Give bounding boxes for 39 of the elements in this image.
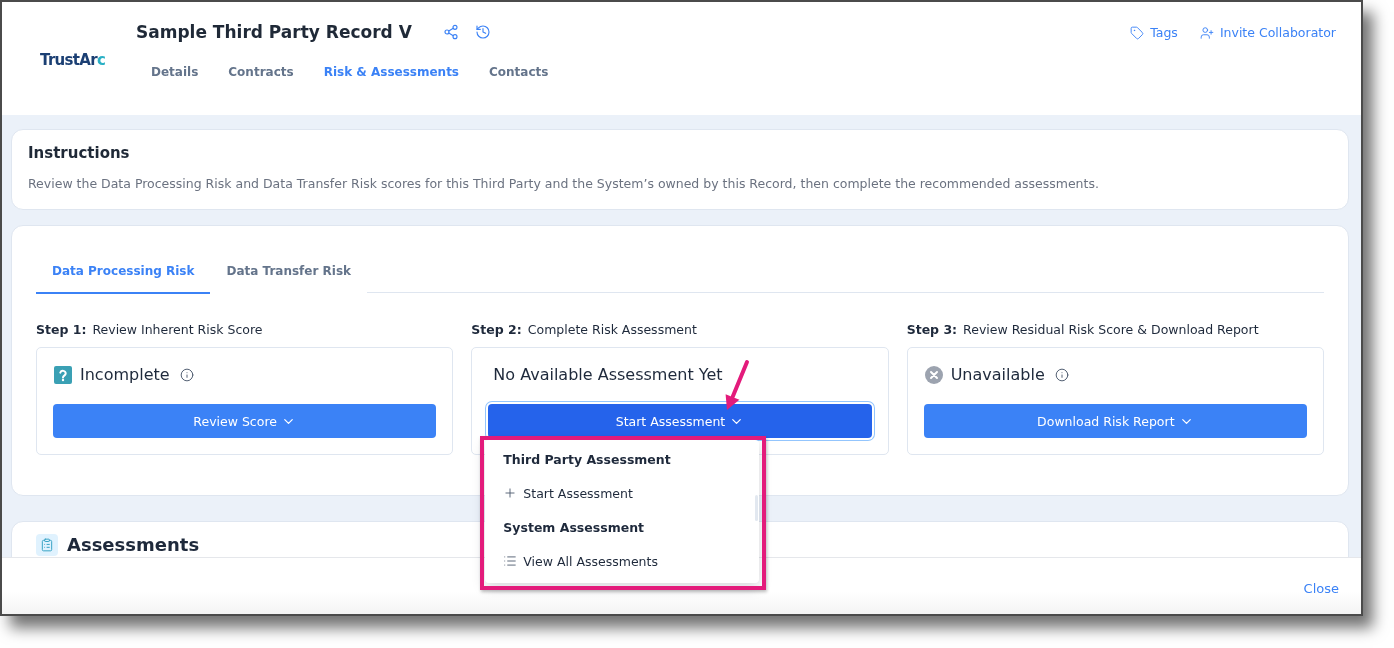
risk-tab[interactable]: Data Transfer Risk: [210, 249, 368, 294]
assessments-title: Assessments: [67, 533, 200, 557]
clipboard-icon: [36, 534, 58, 556]
menu-item[interactable]: View All Assessments: [485, 544, 760, 578]
menu-item[interactable]: Start Assessment: [485, 476, 760, 510]
step-label: Step 3: Review Residual Risk Score & Download Report: [906, 322, 1260, 338]
dropdown-button[interactable]: Download Risk Report: [923, 404, 1307, 438]
nav-tab[interactable]: Details: [136, 56, 214, 88]
close-link[interactable]: Close: [1303, 580, 1339, 598]
nav-tab[interactable]: Contracts: [213, 56, 309, 88]
instructions-title: Instructions: [28, 143, 131, 163]
record-title: Sample Third Party Record V: [136, 21, 412, 44]
dropdown-button[interactable]: Start Assessment: [488, 404, 872, 438]
instructions-text: Review the Data Processing Risk and Data Transfer Risk scores for this Third Party and the System’s owned by this Record, then complete the recommended assessments.: [28, 175, 1100, 193]
status-text: No Available Assessment Yet: [493, 364, 723, 386]
status-text: Unavailable: [950, 364, 1045, 386]
info-icon[interactable]: [1054, 368, 1069, 382]
menu-heading: Third Party Assessment: [502, 450, 672, 469]
menu-heading: System Assessment: [502, 518, 646, 537]
tag-icon: [1130, 26, 1145, 40]
tags-link[interactable]: Tags: [1130, 24, 1178, 42]
cross-circle-icon: [924, 366, 943, 384]
question-icon: [54, 366, 72, 384]
share-icon[interactable]: [441, 23, 460, 41]
plus-icon: [503, 486, 518, 500]
user-plus-icon: [1199, 26, 1214, 40]
risk-tab[interactable]: Data Processing Risk: [36, 249, 211, 294]
step-label: Step 1: Review Inherent Risk Score: [36, 322, 264, 338]
nav-tab[interactable]: Risk & Assessments: [308, 56, 474, 88]
status-text: Incomplete: [80, 364, 170, 386]
dropdown-button[interactable]: Review Score: [53, 404, 437, 438]
list-icon: [503, 554, 518, 568]
step-label: Step 2: Complete Risk Assessment: [471, 322, 698, 338]
nav-tab[interactable]: Contacts: [474, 56, 564, 88]
logo: TrustArc: [40, 51, 106, 69]
scrollbar-thumb[interactable]: [755, 495, 759, 521]
invite-link[interactable]: Invite Collaborator: [1199, 24, 1336, 42]
history-icon[interactable]: [473, 23, 492, 41]
info-icon[interactable]: [179, 368, 194, 382]
